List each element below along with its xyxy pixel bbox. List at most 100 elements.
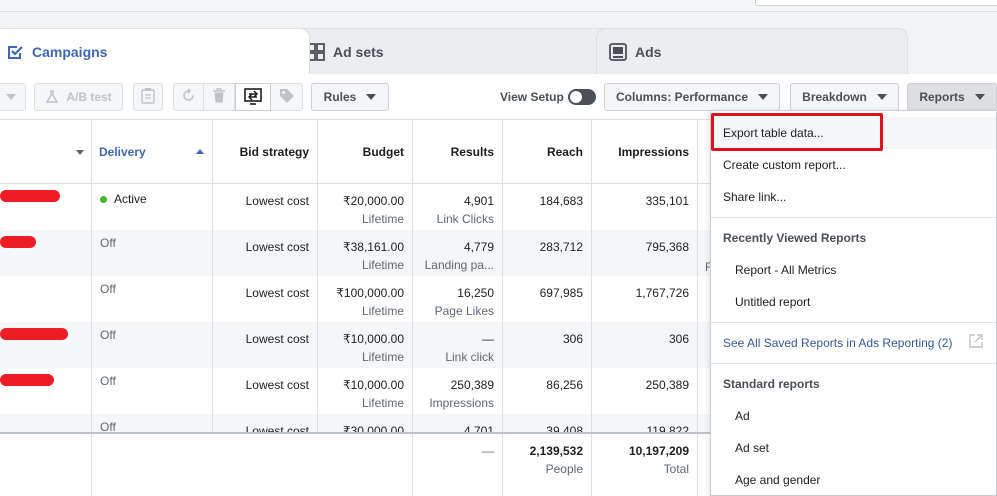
tab-ad-sets[interactable]: Ad sets — [294, 28, 614, 74]
duplicate-button[interactable] — [133, 83, 163, 111]
totals-results-cell: — — [413, 434, 503, 496]
bid-strategy: Lowest cost — [245, 378, 309, 392]
tag-button[interactable] — [271, 83, 303, 111]
tab-campaigns[interactable]: Campaigns — [0, 28, 310, 74]
budget-amount: ₹100,000.00 — [336, 286, 404, 300]
table-row[interactable]: Off Lowest cost ₹38,161.00 Lifetime 4,779 Lan… — [0, 230, 712, 276]
budget-amount: ₹20,000.00 — [342, 194, 404, 208]
rules-label: Rules — [323, 90, 357, 104]
breakdown-dropdown[interactable]: Breakdown — [790, 83, 899, 111]
reports-menu: Export table data... Create custom repor… — [710, 110, 997, 496]
delete-button[interactable] — [203, 83, 235, 111]
results-value: — — [482, 332, 494, 346]
menu-recent-report[interactable]: Report - All Metrics — [735, 263, 836, 277]
edit-dropdown-button[interactable] — [0, 83, 26, 111]
budget-amount: ₹10,000.00 — [342, 378, 404, 392]
delivery-status: Off — [100, 236, 116, 250]
menu-standard-report[interactable]: Ad set — [735, 441, 769, 455]
table-row[interactable]: Off Lowest cost ₹10,000.00 Lifetime 250,389 I… — [0, 368, 712, 414]
reach-cell: 86,256 — [503, 368, 592, 414]
totals-reach-label: People — [545, 462, 583, 476]
breakdown-label: Breakdown — [802, 90, 867, 104]
bid-strategy: Lowest cost — [245, 240, 309, 254]
standard-reports-header: Standard reports — [723, 377, 820, 391]
reach-value: 283,712 — [539, 240, 583, 254]
redacted-name-mark — [0, 328, 68, 340]
totals-impressions-label: Total — [663, 462, 689, 476]
reach-value: 184,683 — [539, 194, 583, 208]
delivery-cell: Active — [92, 184, 213, 230]
view-setup-label: View Setup — [500, 90, 564, 104]
delivery-cell: Off — [92, 276, 213, 322]
bid-strategy: Lowest cost — [245, 194, 309, 208]
header-budget[interactable]: Budget — [318, 120, 413, 184]
header-delivery[interactable]: Delivery — [92, 120, 213, 184]
level-tabs: Campaigns Ad sets Ads — [0, 28, 997, 74]
result-type: Link Clicks — [436, 212, 494, 226]
reports-dropdown[interactable]: Reports — [907, 83, 997, 111]
menu-standard-report[interactable]: Age and gender — [735, 473, 820, 487]
result-type: Link click — [445, 350, 494, 364]
results-value: 4,779 — [463, 240, 494, 254]
tab-ad-sets-label: Ad sets — [333, 43, 384, 60]
menu-create-custom-report[interactable]: Create custom report... — [723, 158, 846, 172]
header-bid-strategy[interactable]: Bid strategy — [213, 120, 318, 184]
menu-divider — [711, 322, 996, 323]
view-setup-toggle[interactable] — [568, 89, 596, 105]
tab-ads[interactable]: Ads — [596, 28, 908, 74]
header-name[interactable] — [0, 120, 92, 184]
redacted-name-mark — [0, 374, 54, 386]
ad-preview-icon — [609, 42, 627, 61]
bid-strategy-cell: Lowest cost — [213, 230, 318, 276]
ab-test-button[interactable]: A/B test — [34, 83, 123, 111]
see-all-saved-reports-link[interactable]: See All Saved Reports in Ads Reporting (… — [723, 336, 952, 350]
menu-standard-report[interactable]: Ad — [735, 409, 750, 423]
rules-button[interactable]: Rules — [311, 83, 389, 111]
checkbox-icon — [6, 43, 24, 61]
tab-ads-label: Ads — [635, 43, 662, 60]
external-link-icon[interactable] — [969, 334, 983, 351]
campaign-name-cell[interactable] — [0, 276, 92, 322]
budget-cell: ₹20,000.00 Lifetime — [318, 184, 413, 230]
table-row[interactable]: Off Lowest cost ₹100,000.00 Lifetime 16,250 P… — [0, 276, 712, 322]
results-cell: 4,779 Landing pa... — [413, 230, 503, 276]
columns-dropdown[interactable]: Columns: Performance — [604, 83, 780, 111]
chevron-down-icon — [6, 94, 16, 100]
delivery-cell: Off — [92, 368, 213, 414]
budget-type: Lifetime — [361, 258, 404, 272]
reach-value: 697,985 — [539, 286, 583, 300]
table-row[interactable]: Off Lowest cost ₹10,000.00 Lifetime — Link cl… — [0, 322, 712, 368]
totals-reach-cell: 2,139,532 People — [503, 434, 592, 496]
header-reach[interactable]: Reach — [503, 120, 592, 184]
tab-campaigns-label: Campaigns — [32, 43, 108, 60]
delivery-cell: Off — [92, 322, 213, 368]
bid-strategy: Lowest cost — [245, 286, 309, 300]
delivery-status: Active — [114, 192, 147, 206]
budget-cell: ₹100,000.00 Lifetime — [318, 276, 413, 322]
bid-strategy-cell: Lowest cost — [213, 276, 318, 322]
header-budget-label: Budget — [362, 145, 404, 159]
result-type: Page Likes — [434, 304, 494, 318]
results-value: 250,389 — [450, 378, 494, 392]
results-value: 4,901 — [463, 194, 494, 208]
budget-amount: ₹38,161.00 — [342, 240, 404, 254]
impressions-value: 250,389 — [645, 378, 689, 392]
budget-amount: ₹10,000.00 — [342, 332, 404, 346]
header-impressions[interactable]: Impressions — [592, 120, 698, 184]
refresh-button[interactable] — [173, 83, 203, 111]
clipboard-icon — [141, 87, 155, 107]
budget-type: Lifetime — [361, 350, 404, 364]
menu-divider — [711, 363, 996, 364]
budget-type: Lifetime — [361, 304, 404, 318]
campaigns-table: Delivery Bid strategy Budget Results Rea… — [0, 120, 712, 496]
results-cell: 16,250 Page Likes — [413, 276, 503, 322]
totals-reach: 2,139,532 — [529, 444, 583, 458]
chevron-down-icon — [76, 150, 84, 155]
table-row[interactable]: Active Lowest cost ₹20,000.00 Lifetime 4,901… — [0, 184, 712, 230]
reach-cell: 697,985 — [503, 276, 592, 322]
menu-share-link[interactable]: Share link... — [723, 190, 786, 204]
export-button[interactable] — [235, 83, 271, 111]
header-results[interactable]: Results — [413, 120, 503, 184]
menu-recent-report[interactable]: Untitled report — [735, 295, 810, 309]
totals-impressions-cell: 10,197,209 Total — [592, 434, 698, 496]
